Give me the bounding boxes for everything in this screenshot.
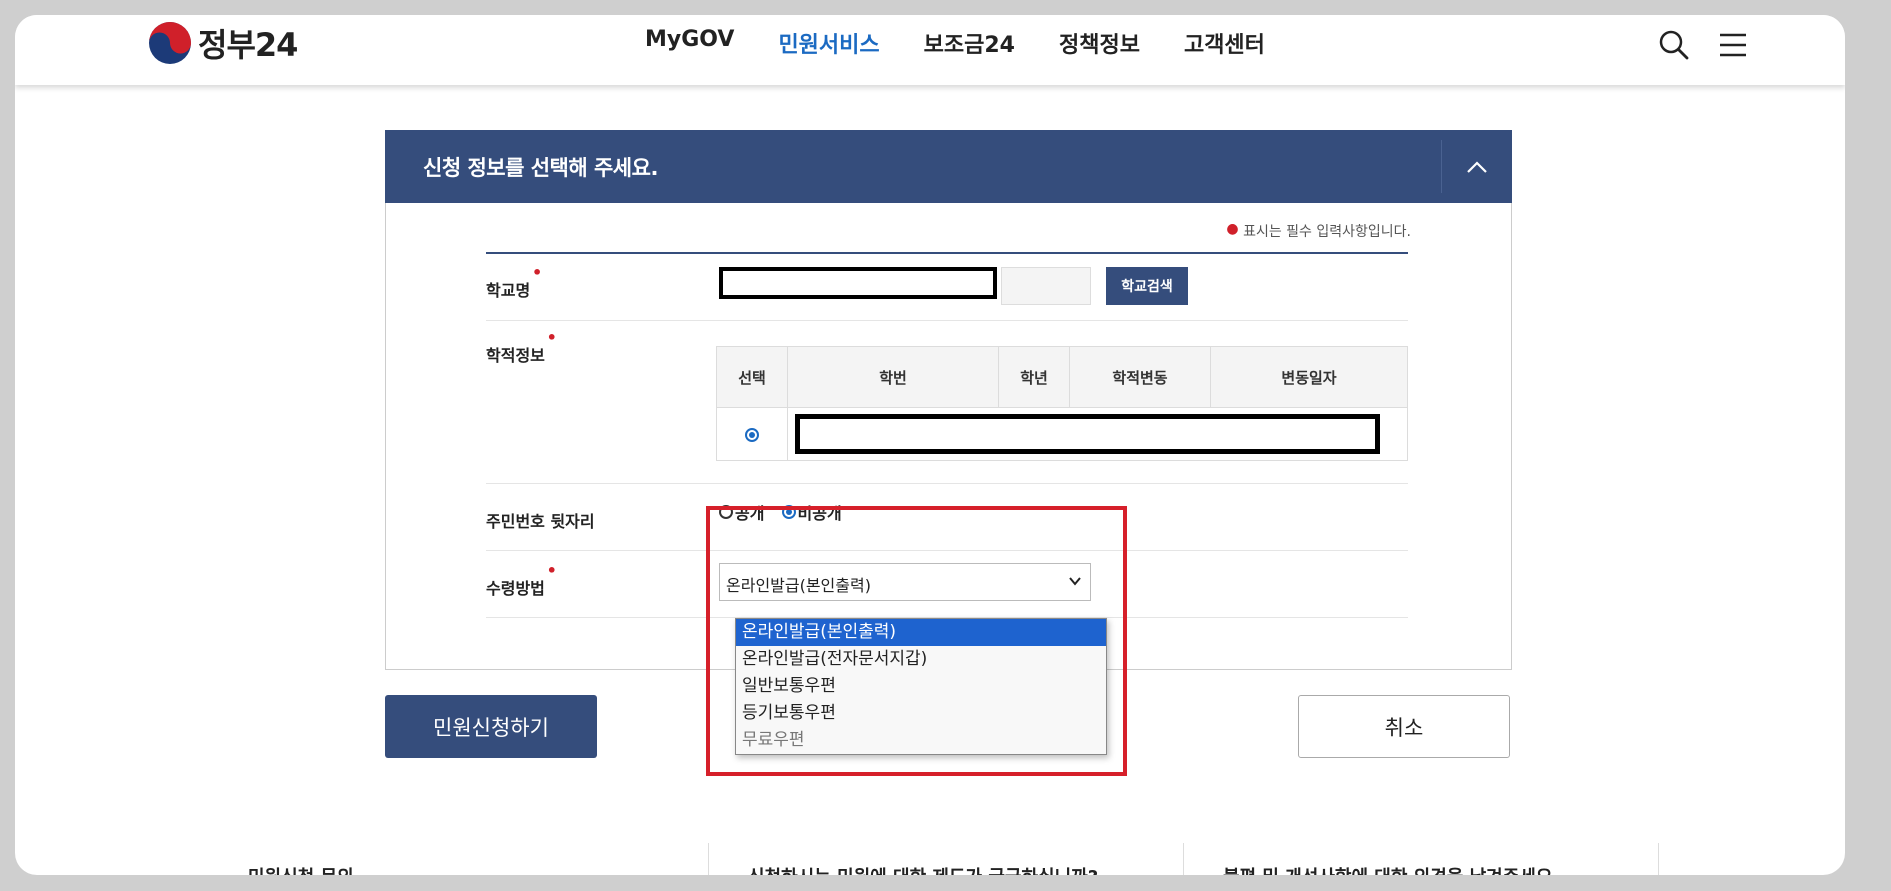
footer-system-question[interactable]: 신청하시는 민원에 대한 제도가 궁금하십니까? — [748, 863, 1098, 875]
site-logo[interactable]: 정부24 — [148, 18, 298, 68]
footer-divider — [1183, 843, 1184, 875]
rrn-row: 주민번호 뒷자리 공개 비공개 — [486, 484, 1408, 551]
receive-method-select[interactable]: 온라인발급(본인출력) — [719, 563, 1091, 601]
rrn-private-label: 비공개 — [797, 504, 842, 523]
option-online-e-wallet[interactable]: 온라인발급(전자문서지갑) — [736, 646, 1106, 673]
apply-button[interactable]: 민원신청하기 — [385, 695, 597, 758]
application-form: 학교명 • 학교검색 학적정보 • 선택 학번 학년 학적변동 변동일자 주민번… — [486, 252, 1408, 618]
receive-label-text: 수령방법 — [486, 579, 545, 598]
rrn-private-option[interactable]: 비공개 — [781, 500, 842, 524]
rrn-public-radio[interactable] — [719, 505, 733, 519]
receive-row: 수령방법 • 온라인발급(본인출력) — [486, 551, 1408, 618]
school-name-input[interactable] — [719, 267, 997, 299]
rrn-public-option[interactable]: 공개 — [719, 500, 764, 524]
rrn-public-label: 공개 — [735, 504, 765, 523]
chevron-down-icon — [1069, 577, 1081, 586]
footer-inquiry[interactable]: 민원신청 문의 — [248, 863, 354, 875]
receive-method-dropdown: 온라인발급(본인출력) 온라인발급(전자문서지갑) 일반보통우편 등기보통우편 … — [735, 618, 1107, 755]
school-row: 학교명 • 학교검색 — [486, 254, 1408, 321]
required-note: ● 표시는 필수 입력사항입니다. — [1226, 221, 1411, 241]
row-select-cell — [716, 407, 788, 461]
record-table-header: 선택 학번 학년 학적변동 변동일자 — [716, 346, 1408, 408]
menu-icon[interactable] — [1717, 29, 1749, 61]
receive-label: 수령방법 • — [486, 561, 557, 599]
record-radio[interactable] — [745, 428, 759, 442]
site-header: 정부24 MyGOV 민원서비스 보조금24 정책정보 고객센터 — [15, 15, 1845, 85]
nav-civil-service[interactable]: 민원서비스 — [778, 27, 879, 59]
option-free-mail[interactable]: 무료우편 — [736, 727, 1106, 754]
panel-title: 신청 정보를 선택해 주세요. — [423, 156, 658, 180]
nav-mygov[interactable]: MyGOV — [645, 27, 734, 59]
application-panel: 신청 정보를 선택해 주세요. ● 표시는 필수 입력사항입니다. 학교명 • … — [385, 130, 1512, 670]
nav-subsidy[interactable]: 보조금24 — [924, 27, 1015, 59]
option-registered-mail[interactable]: 등기보통우편 — [736, 700, 1106, 727]
nav-policy[interactable]: 정책정보 — [1059, 27, 1140, 59]
option-regular-mail[interactable]: 일반보통우편 — [736, 673, 1106, 700]
footer-feedback[interactable]: 불편 및 개선사항에 대한 의견을 남겨주세요. — [1223, 863, 1559, 875]
col-change-date: 변동일자 — [1210, 346, 1408, 408]
rrn-private-radio[interactable] — [781, 505, 796, 519]
required-marker: • — [546, 328, 557, 347]
receive-selected-value: 온라인발급(본인출력) — [726, 576, 871, 595]
cancel-button[interactable]: 취소 — [1298, 695, 1510, 758]
col-student-id: 학번 — [787, 346, 999, 408]
redacted-record — [787, 407, 1408, 461]
record-label: 학적정보 • — [486, 328, 557, 366]
school-label: 학교명 • — [486, 263, 542, 301]
logo-text: 정부24 — [198, 26, 298, 64]
panel-header: 신청 정보를 선택해 주세요. — [385, 130, 1512, 203]
main-nav: MyGOV 민원서비스 보조금24 정책정보 고객센터 — [645, 27, 1309, 59]
col-select: 선택 — [716, 346, 788, 408]
required-note-text: 표시는 필수 입력사항입니다. — [1243, 224, 1411, 240]
rrn-label: 주민번호 뒷자리 — [486, 512, 595, 531]
logo-icon — [149, 22, 191, 64]
option-online-self-print[interactable]: 온라인발급(본인출력) — [736, 619, 1106, 646]
school-search-button[interactable]: 학교검색 — [1106, 267, 1188, 305]
required-dot: ● — [1226, 221, 1239, 237]
record-label-text: 학적정보 — [486, 346, 545, 365]
required-marker: • — [546, 561, 557, 580]
required-marker: • — [531, 263, 543, 282]
record-row: 학적정보 • 선택 학번 학년 학적변동 변동일자 — [486, 321, 1408, 484]
rrn-options: 공개 비공개 — [719, 500, 854, 524]
record-table: 선택 학번 학년 학적변동 변동일자 — [716, 346, 1408, 461]
collapse-toggle[interactable] — [1441, 140, 1512, 193]
col-status-change: 학적변동 — [1069, 346, 1211, 408]
redaction-box — [795, 414, 1380, 454]
school-label-text: 학교명 — [486, 281, 531, 300]
footer-divider — [708, 843, 709, 875]
chevron-up-icon — [1467, 160, 1487, 173]
nav-customer-center[interactable]: 고객센터 — [1184, 27, 1265, 59]
search-icon[interactable] — [1658, 29, 1690, 61]
browser-window: 정부24 MyGOV 민원서비스 보조금24 정책정보 고객센터 신청 정보를 … — [15, 15, 1845, 875]
school-code-field — [1001, 267, 1091, 305]
footer-divider — [1658, 843, 1659, 875]
table-row — [716, 407, 1408, 461]
col-grade: 학년 — [998, 346, 1070, 408]
